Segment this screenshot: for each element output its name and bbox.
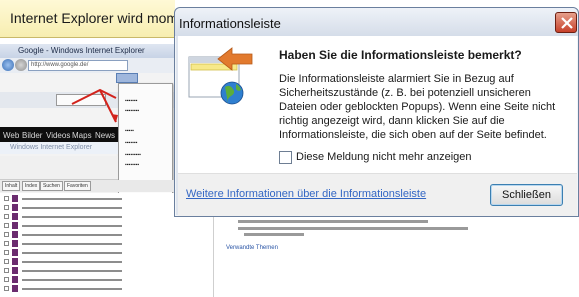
ie-address-field: http://www.google.de/	[28, 60, 128, 71]
information-bar-dialog: Informationsleiste Haben Sie die Informa…	[174, 7, 579, 217]
web-bar-link: Web	[3, 131, 20, 140]
dropdown-item: ▪▪▪▪▪	[125, 128, 134, 134]
web-bar-link: Maps	[72, 131, 92, 140]
dropdown-item: ▪▪▪▪▪▪▪	[125, 140, 138, 146]
ie-extras-menu	[116, 73, 138, 83]
book-icon	[12, 285, 18, 292]
ie-window-title: Google - Windows Internet Explorer	[18, 46, 145, 55]
back-icon	[2, 59, 14, 71]
help-tab: Suchen	[40, 181, 63, 191]
dropdown-item: ▪▪▪▪▪▪▪	[125, 98, 138, 104]
web-bar-link: News	[95, 131, 116, 140]
more-info-link[interactable]: Weitere Informationen über die Informati…	[186, 188, 426, 200]
related-topics-link[interactable]: Verwandte Themen	[226, 245, 278, 251]
help-tab: Index	[22, 181, 41, 191]
google-web-bar: Web Bilder Videos Maps News	[0, 127, 118, 143]
web-bar-link: Videos	[46, 131, 71, 140]
book-icon	[12, 222, 18, 229]
text-line	[238, 220, 428, 223]
dialog-message: Die Informationsleiste alarmiert Sie in …	[279, 73, 556, 141]
book-icon	[12, 258, 18, 265]
book-icon	[12, 213, 18, 220]
close-icon	[561, 17, 573, 29]
help-tab: Inhalt	[2, 181, 21, 191]
dropdown-item: ▪▪▪▪▪▪▪▪	[125, 108, 140, 114]
dont-show-again-checkbox[interactable]	[279, 151, 292, 164]
help-tab: Favoriten	[64, 181, 91, 191]
ie-information-bar[interactable]: Internet Explorer wird momentan	[0, 0, 213, 38]
help-tabs: Inhalt Index Suchen Favoriten	[0, 180, 175, 192]
text-line	[244, 233, 304, 236]
forward-icon	[15, 59, 27, 71]
dialog-body: Haben Sie die Informationsleiste bemerkt…	[178, 36, 577, 173]
help-content-pane: Verwandte Themen	[213, 217, 579, 297]
dialog-titlebar: Informationsleiste	[175, 8, 578, 36]
help-topic-list	[0, 193, 175, 297]
dropdown-item: ▪▪▪▪▪▪▪▪	[125, 162, 140, 168]
book-icon	[12, 276, 18, 283]
book-icon	[12, 240, 18, 247]
dialog-heading: Haben Sie die Informationsleiste bemerkt…	[279, 48, 522, 62]
help-toolbar	[0, 156, 118, 180]
ie-address-bar: http://www.google.de/	[0, 58, 175, 73]
book-icon	[12, 204, 18, 211]
ie-titlebar: Google - Windows Internet Explorer	[0, 44, 175, 58]
dont-show-again-label[interactable]: Diese Meldung nicht mehr anzeigen	[296, 151, 472, 163]
book-icon	[12, 231, 18, 238]
red-pointer-arrow-icon	[71, 88, 118, 123]
close-window-button[interactable]	[555, 12, 577, 33]
web-bar-link: Bilder	[22, 131, 43, 140]
book-icon	[12, 195, 18, 202]
close-button[interactable]: Schließen	[490, 184, 563, 206]
help-window-title: Windows Internet Explorer	[10, 144, 93, 151]
dialog-title: Informationsleiste	[179, 16, 281, 31]
help-window-titlebar: Windows Internet Explorer	[0, 142, 118, 154]
help-screenshot: Google - Windows Internet Explorer http:…	[0, 44, 175, 297]
text-line	[238, 227, 468, 230]
book-icon	[12, 267, 18, 274]
book-icon	[12, 249, 18, 256]
infobar-illustration-icon	[188, 47, 253, 105]
dialog-footer: Weitere Informationen über die Informati…	[178, 173, 577, 216]
screen: Internet Explorer wird momentan Google -…	[0, 0, 579, 297]
dropdown-item: ▪▪▪▪▪▪▪▪▪	[125, 152, 141, 158]
